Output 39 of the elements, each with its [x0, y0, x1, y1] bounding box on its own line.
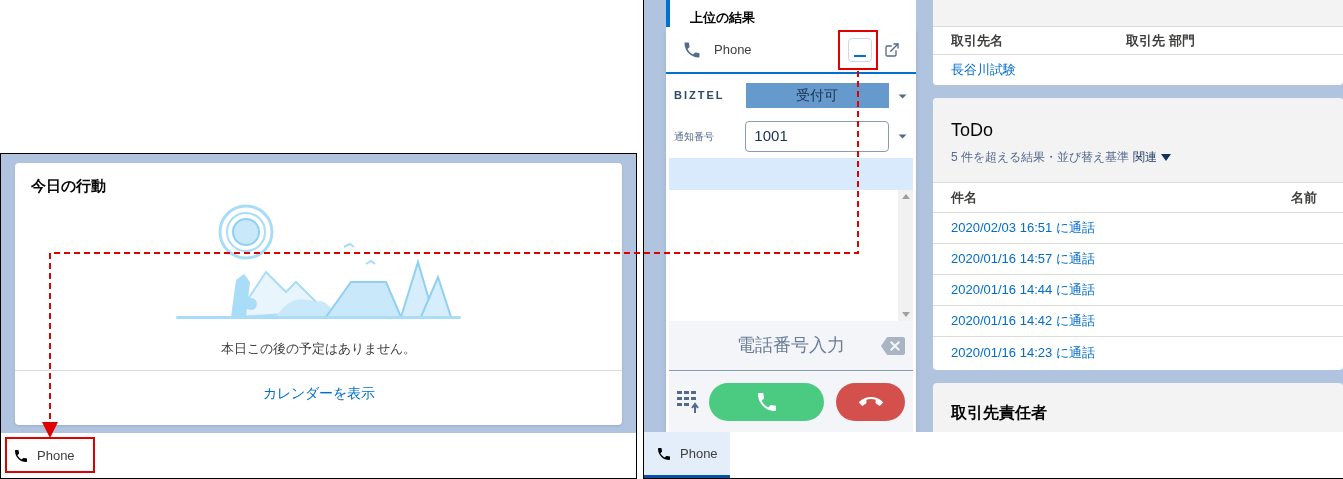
column-header: 名前: [1291, 188, 1317, 207]
task-link[interactable]: 2020/01/16 14:57 に通話: [951, 249, 1095, 269]
task-link[interactable]: 2020/01/16 14:42 に通話: [951, 311, 1095, 331]
caller-id-field[interactable]: 1001: [745, 120, 889, 152]
card-title: 今日の行動: [30, 176, 107, 196]
caret-icon[interactable]: [1161, 153, 1171, 161]
column-header: 件名: [951, 188, 978, 207]
field-label: 通知番号: [674, 129, 715, 144]
brand-logo: BIZTEL: [674, 88, 726, 104]
card-title: 取引先責任者: [951, 404, 1047, 421]
scroll-up-icon[interactable]: [901, 194, 910, 199]
keypad-icon[interactable]: [677, 390, 701, 413]
panel-heading: 上位の結果: [690, 10, 755, 25]
phone-icon: [13, 447, 29, 464]
highlight-frame: [838, 30, 878, 70]
panel-title: Phone: [714, 40, 752, 59]
call-button[interactable]: [709, 382, 824, 421]
utility-tab[interactable]: Phone: [644, 432, 730, 478]
minimize-button[interactable]: [848, 37, 872, 62]
sort-link[interactable]: 関連: [1133, 148, 1157, 166]
popout-icon[interactable]: [884, 41, 900, 58]
phone-number-field[interactable]: 電話番号入力: [669, 321, 913, 371]
phone-icon: [656, 445, 672, 462]
task-link[interactable]: 2020/01/16 14:44 に通話: [951, 280, 1095, 300]
task-link[interactable]: 2020/02/03 16:51 に通話: [951, 218, 1095, 238]
card-title: ToDo: [951, 119, 995, 142]
account-link[interactable]: 長谷川試験: [951, 60, 1016, 80]
empty-message: 本日この後の予定はありません。: [221, 339, 416, 358]
column-header: 取引先名: [951, 31, 1004, 50]
column-header: 取引先 部門: [1126, 31, 1195, 50]
card-subtitle: 5 件を超える結果・並び替え基準: [951, 149, 1129, 166]
backspace-icon[interactable]: [881, 334, 905, 358]
scroll-down-icon[interactable]: [901, 312, 910, 317]
task-link[interactable]: 2020/01/16 14:23 に通話: [951, 342, 1095, 363]
status-select[interactable]: 受付可: [745, 83, 889, 108]
scrollbar[interactable]: [898, 190, 913, 321]
minimize-icon: [854, 54, 866, 57]
hang-up-button[interactable]: [836, 382, 905, 421]
calendar-link[interactable]: カレンダーを表示: [262, 383, 375, 404]
